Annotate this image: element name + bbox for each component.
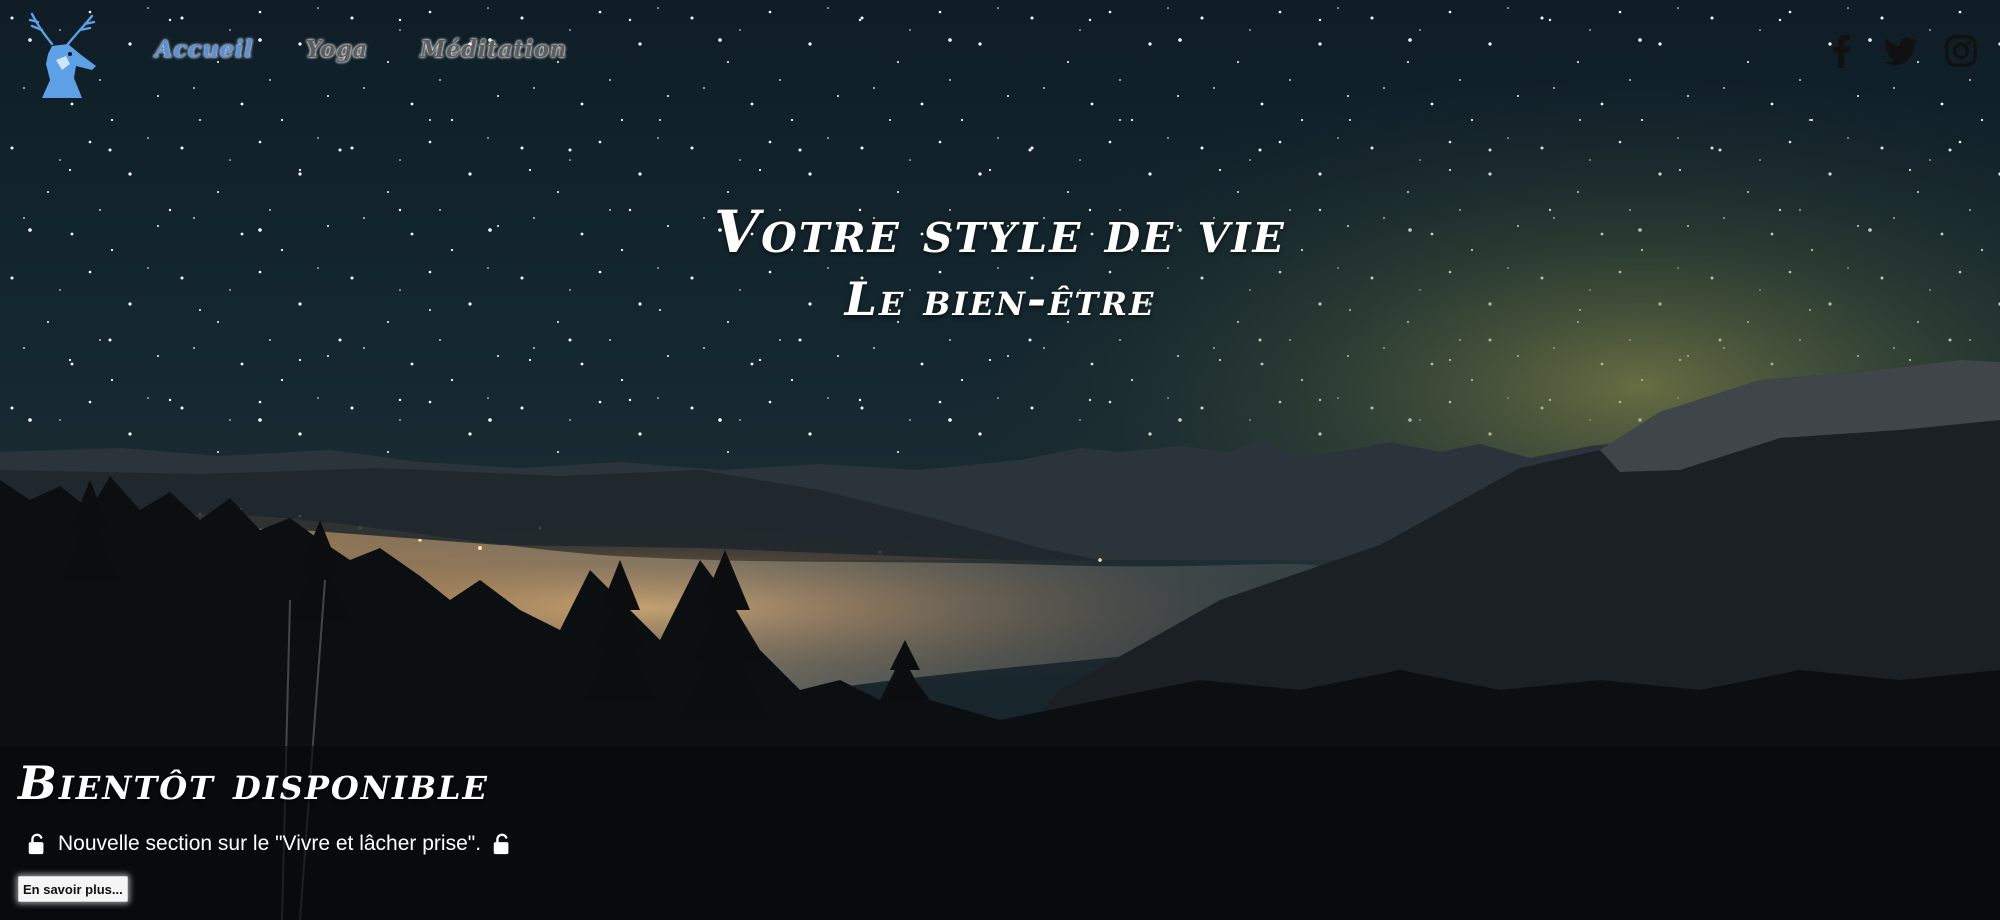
banner-message: Nouvelle section sur le "Vivre et lâcher…	[26, 832, 513, 856]
homepage: Accueil Yoga Méditation Votre style de v…	[0, 0, 2000, 920]
banner-message-text: Nouvelle section sur le "Vivre et lâcher…	[58, 832, 482, 855]
main-nav: Accueil Yoga Méditation	[155, 36, 567, 63]
nav-item-meditation[interactable]: Méditation	[420, 36, 567, 63]
hero-title: Votre style de vie	[714, 198, 1286, 266]
nav-item-accueil[interactable]: Accueil	[155, 36, 253, 63]
instagram-icon[interactable]	[1944, 34, 1978, 68]
unlock-icon	[493, 833, 509, 855]
unlock-icon	[28, 833, 44, 855]
announcement-banner: Bientôt disponible Nouvelle section sur …	[0, 746, 2000, 920]
nav-item-yoga[interactable]: Yoga	[305, 36, 368, 63]
banner-title: Bientôt disponible	[18, 756, 489, 810]
facebook-icon[interactable]	[1824, 34, 1858, 68]
hero-subtitle: Le bien-être	[844, 272, 1156, 326]
social-links	[1824, 34, 1978, 68]
deer-head-icon[interactable]	[22, 8, 108, 98]
learn-more-button[interactable]: En savoir plus...	[18, 876, 128, 902]
twitter-icon[interactable]	[1884, 34, 1918, 68]
hero-heading: Votre style de vie Le bien-être	[0, 196, 2000, 330]
